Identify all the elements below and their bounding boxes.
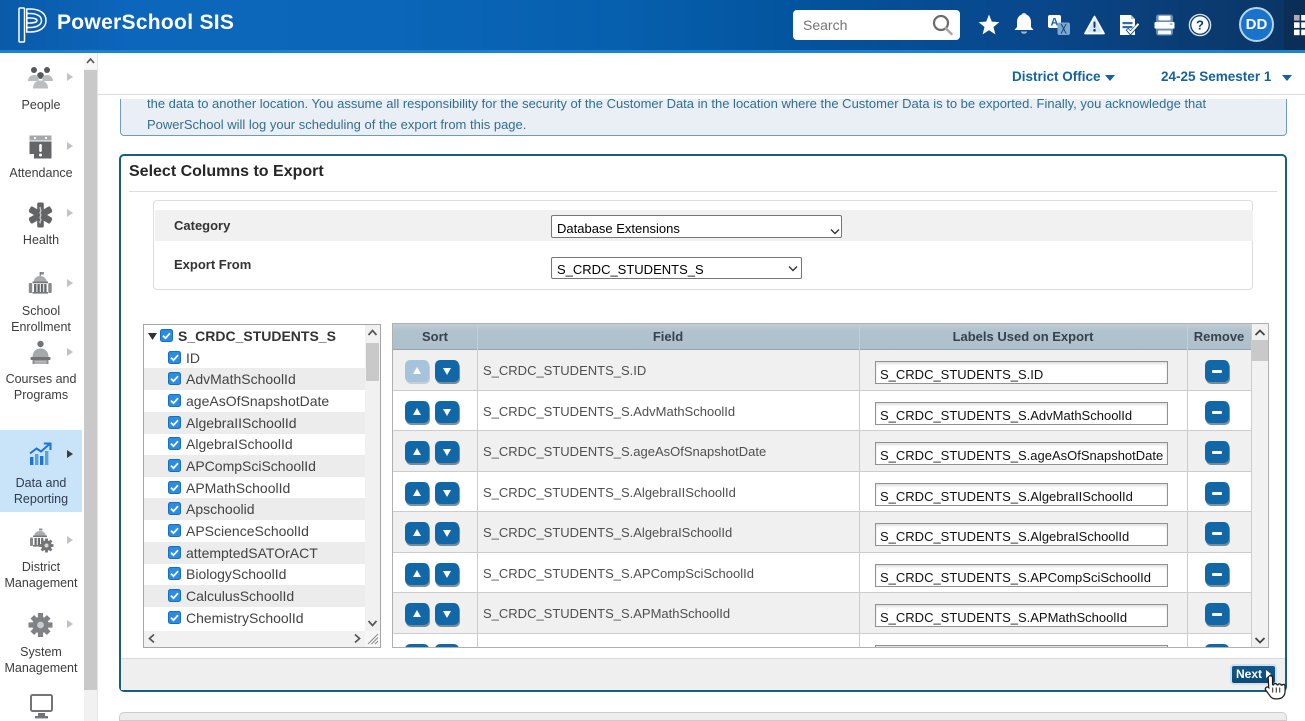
- svg-text:A: A: [1051, 17, 1059, 29]
- svg-text:?: ?: [1196, 18, 1204, 33]
